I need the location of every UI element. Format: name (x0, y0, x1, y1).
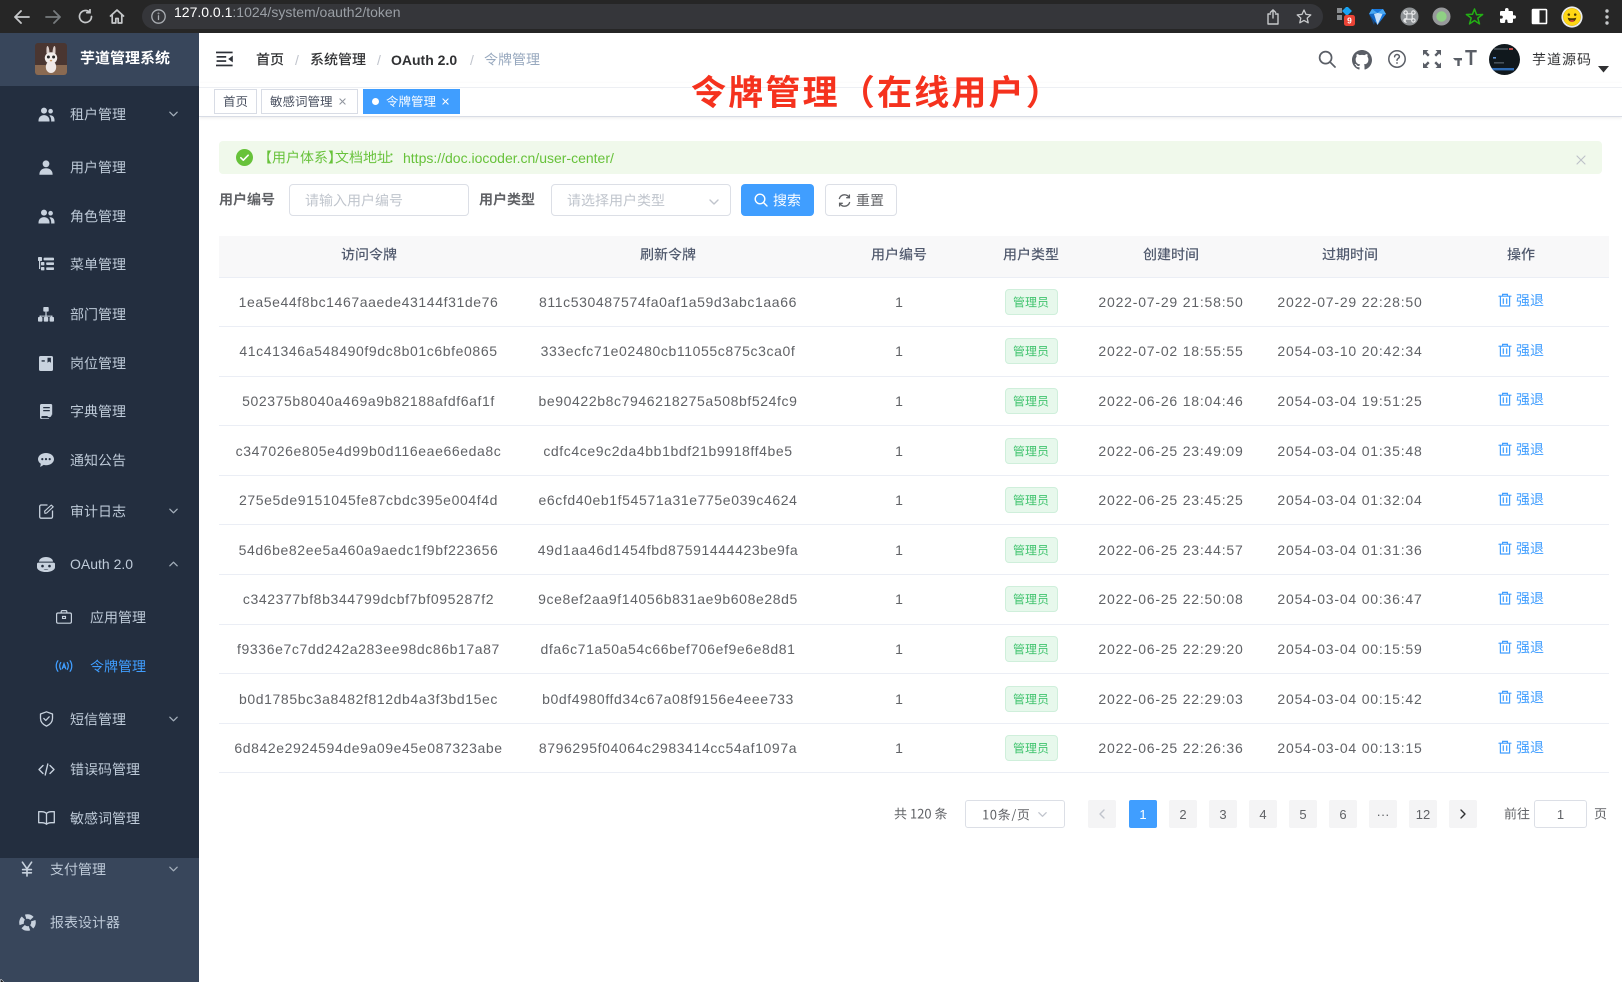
svg-text:9: 9 (1347, 16, 1352, 26)
